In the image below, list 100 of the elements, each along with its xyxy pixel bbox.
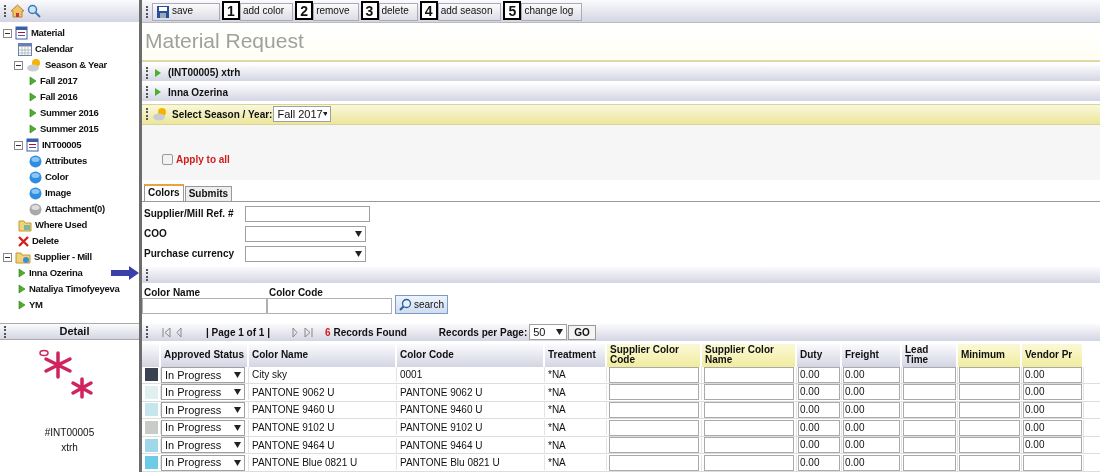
tree-item[interactable]: Delete xyxy=(32,233,59,249)
table-cell-text: *NA xyxy=(548,421,566,436)
tree-item[interactable]: Material xyxy=(31,25,65,41)
column-header[interactable]: Treatment xyxy=(545,344,607,367)
table-cell-text: *NA xyxy=(548,385,566,400)
input-field[interactable]: 0.00 xyxy=(843,384,900,401)
column-header[interactable]: Vendor Pr xyxy=(1022,344,1084,367)
expand-icon[interactable] xyxy=(154,67,162,78)
search-icon[interactable] xyxy=(27,4,41,18)
next-page-icon[interactable] xyxy=(291,327,298,337)
table-cell-text: *NA xyxy=(548,368,566,383)
input-field[interactable]: 0.00 xyxy=(843,419,900,436)
tree-item[interactable]: Summer 2015 xyxy=(40,121,99,137)
input-field[interactable] xyxy=(903,437,956,454)
tree-item[interactable]: Attachment(0) xyxy=(45,201,105,217)
collapse-toggle[interactable] xyxy=(3,252,12,262)
tree-item[interactable]: Inna Ozerina xyxy=(29,265,83,281)
tab[interactable]: Submits xyxy=(184,185,233,201)
input-field[interactable] xyxy=(704,437,794,454)
column-header[interactable]: Minimum xyxy=(958,344,1022,367)
tree-item[interactable]: Attributes xyxy=(45,153,87,169)
section-header[interactable]: Inna Ozerina xyxy=(168,84,228,100)
input-field[interactable]: 0.00 xyxy=(798,384,840,401)
caret-icon xyxy=(234,406,241,413)
column-header[interactable]: Color Code xyxy=(397,344,545,367)
input-field[interactable]: 0.00 xyxy=(798,419,840,436)
toolbar-button[interactable]: change log xyxy=(521,2,583,21)
column-header[interactable]: Duty xyxy=(797,344,842,367)
tree-item[interactable]: INT00005 xyxy=(42,137,82,153)
input-field[interactable] xyxy=(959,384,1020,401)
collapse-toggle[interactable] xyxy=(3,28,12,38)
collapse-toggle[interactable] xyxy=(14,60,23,70)
page-size-select[interactable]: 50 xyxy=(529,324,568,341)
save-button[interactable]: save xyxy=(152,2,220,21)
previous-page-icon[interactable] xyxy=(176,327,182,337)
input-field[interactable]: 0.00 xyxy=(798,454,840,471)
go-button[interactable]: GO xyxy=(568,324,596,340)
input-field[interactable] xyxy=(1023,454,1082,471)
input-field[interactable] xyxy=(704,419,794,436)
status-dot-icon xyxy=(29,170,42,184)
input-field[interactable] xyxy=(267,297,392,314)
tree-item[interactable]: YM xyxy=(29,297,43,313)
table-cell-text: PANTONE 9464 U xyxy=(400,438,483,453)
tree-item[interactable]: Image xyxy=(45,185,71,201)
column-header[interactable]: Lead Time xyxy=(902,344,958,367)
tree-item[interactable]: Color xyxy=(45,169,69,185)
input-field[interactable] xyxy=(959,454,1020,471)
status-select[interactable]: In Progress xyxy=(161,384,245,401)
input-field[interactable] xyxy=(704,454,794,471)
dropdown[interactable] xyxy=(245,245,366,262)
expand-icon[interactable] xyxy=(154,87,162,98)
column-header[interactable]: Approved Status xyxy=(161,344,249,367)
input-field[interactable] xyxy=(142,297,267,314)
input-field[interactable] xyxy=(704,384,794,401)
dropdown[interactable] xyxy=(245,225,366,242)
search-button[interactable]: search xyxy=(395,294,448,314)
input-field[interactable]: 0.00 xyxy=(843,454,900,471)
section-header[interactable]: (INT00005) xtrh xyxy=(168,65,241,81)
input-field[interactable]: 0.00 xyxy=(843,437,900,454)
tree-item[interactable]: Summer 2016 xyxy=(40,105,99,121)
status-select[interactable]: In Progress xyxy=(161,437,245,454)
tree-item[interactable]: Fall 2017 xyxy=(40,73,78,89)
tree-item[interactable]: Season & Year xyxy=(45,57,107,73)
home-icon[interactable] xyxy=(10,4,25,18)
toolbar-button[interactable]: delete xyxy=(378,2,418,21)
checkbox[interactable] xyxy=(162,154,173,166)
collapse-toggle[interactable] xyxy=(14,140,23,150)
column-header[interactable]: Supplier Color Name xyxy=(702,344,797,367)
column-header[interactable]: Color Name xyxy=(249,344,397,367)
input-field[interactable] xyxy=(609,384,699,401)
column-header[interactable]: Supplier Color Code xyxy=(607,344,702,367)
input-field[interactable] xyxy=(959,419,1020,436)
input-field[interactable] xyxy=(959,437,1020,454)
status-select[interactable]: In Progress xyxy=(161,454,245,471)
tab[interactable]: Colors xyxy=(144,183,184,201)
input-field[interactable]: 0.00 xyxy=(1023,419,1082,436)
season-select[interactable]: Fall 2017 xyxy=(273,106,332,123)
tree-item[interactable]: Calendar xyxy=(35,41,74,57)
input-field[interactable] xyxy=(903,384,956,401)
column-header[interactable]: Freight xyxy=(842,344,902,367)
input-field[interactable]: 0.00 xyxy=(1023,437,1082,454)
tree-item[interactable]: Supplier - Mill xyxy=(34,249,92,265)
input-field[interactable] xyxy=(903,419,956,436)
tree-item[interactable]: Fall 2016 xyxy=(40,89,78,105)
input-field[interactable]: 0.00 xyxy=(798,437,840,454)
tree-item[interactable]: Nataliya Timofyeyeva xyxy=(29,281,120,297)
step-number: 5 xyxy=(503,1,522,21)
input-field[interactable] xyxy=(609,419,699,436)
input-field[interactable] xyxy=(609,454,699,471)
input-field[interactable] xyxy=(903,454,956,471)
tree-item[interactable]: Where Used xyxy=(35,217,87,233)
toolbar-button[interactable]: add season xyxy=(437,2,502,21)
toolbar-button[interactable]: remove xyxy=(313,2,359,21)
input-field[interactable] xyxy=(609,437,699,454)
toolbar-button[interactable]: add color xyxy=(240,2,294,21)
first-page-icon[interactable] xyxy=(162,327,171,337)
last-page-icon[interactable] xyxy=(303,327,313,337)
input-field[interactable]: 0.00 xyxy=(1023,384,1082,401)
input-field[interactable] xyxy=(245,205,370,222)
status-select[interactable]: In Progress xyxy=(161,419,245,436)
